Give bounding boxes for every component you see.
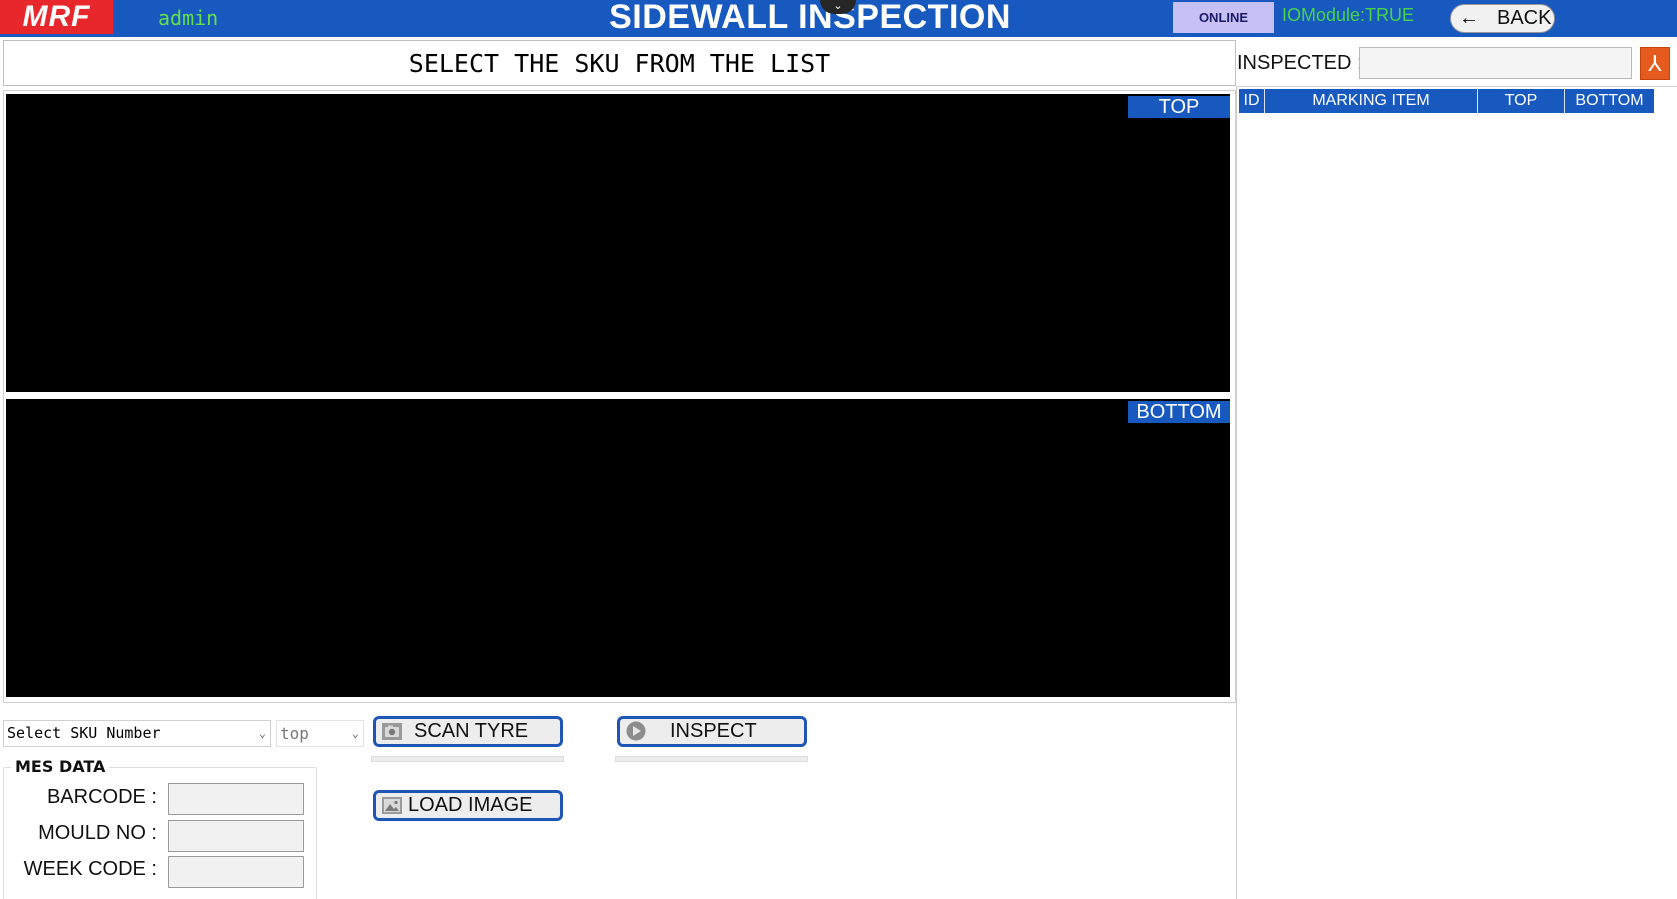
play-icon [626,721,646,741]
status-badge: ONLINE [1173,2,1274,33]
pdf-icon[interactable]: ⅄ [1640,47,1670,80]
arrow-left-icon: ← [1459,7,1479,29]
io-module-status: IOModule:TRUE [1282,5,1415,25]
results-grid [1236,86,1677,899]
chevron-down-icon: ⌄ [833,0,843,12]
scan-tyre-label: SCAN TYRE [414,720,529,742]
load-image-label: LOAD IMAGE [408,794,533,816]
barcode-field[interactable] [168,783,304,815]
camera-icon [382,723,402,740]
inspect-button[interactable]: INSPECT [617,716,807,747]
top-view-label: TOP [1128,96,1230,118]
back-button[interactable]: ← BACK [1450,4,1555,33]
side-select[interactable]: top ⌄ [276,720,364,747]
mould-no-field[interactable] [168,820,304,852]
instruction-banner: SELECT THE SKU FROM THE LIST [3,40,1236,86]
column-header-top[interactable]: TOP [1478,89,1565,113]
username-label: admin [158,6,219,30]
barcode-label: BARCODE : [46,786,157,808]
inspect-progress-bar [615,756,808,762]
scan-tyre-button[interactable]: SCAN TYRE [373,716,563,747]
bottom-camera-view [6,399,1230,697]
mould-no-label: MOULD NO : [38,822,157,844]
week-code-field[interactable] [168,856,304,888]
image-icon [382,797,402,814]
column-header-id[interactable]: ID [1239,89,1265,113]
inspect-label: INSPECT [670,720,757,742]
sku-select[interactable]: Select SKU Number ⌄ [3,720,271,747]
mes-data-title: MES DATA [11,757,110,776]
side-select-value: top [280,724,309,743]
scan-progress-bar [371,756,564,762]
chevron-down-icon: ⌄ [258,726,266,740]
inspected-field[interactable] [1359,47,1632,79]
load-image-button[interactable]: LOAD IMAGE [373,790,563,821]
back-button-label: BACK [1497,7,1552,29]
top-camera-view [6,94,1230,392]
column-header-marking-item[interactable]: MARKING ITEM [1265,89,1478,113]
inspected-label: INSPECTED : [1237,52,1363,74]
chevron-down-icon: ⌄ [351,726,359,740]
page-title: SIDEWALL INSPECTION [609,0,1011,36]
sku-select-value: Select SKU Number [7,724,161,742]
column-header-bottom[interactable]: BOTTOM [1565,89,1654,113]
mrf-logo: MRF [0,0,113,34]
bottom-view-label: BOTTOM [1128,401,1230,423]
week-code-label: WEEK CODE : [23,858,157,880]
